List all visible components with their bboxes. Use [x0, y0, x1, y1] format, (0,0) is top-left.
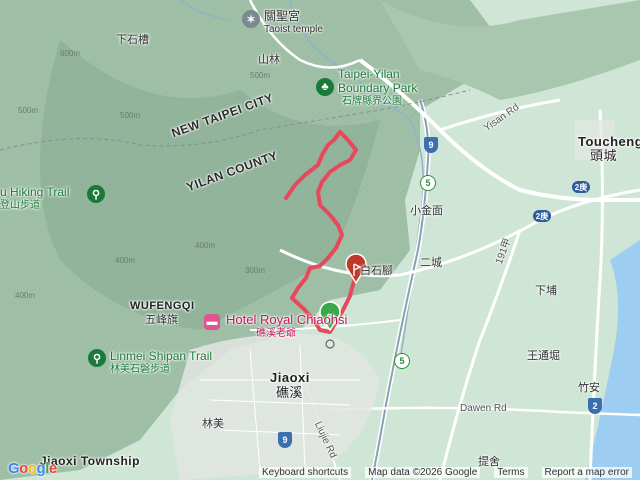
report-error-link[interactable]: Report a map error	[541, 467, 632, 478]
trail-label: Linmei Shipan Trail	[110, 349, 213, 363]
contour-label: 500m	[18, 106, 39, 115]
place-label: 山林	[258, 54, 280, 66]
contour-label: 400m	[115, 256, 136, 265]
route-shield: 2庚	[572, 181, 590, 193]
temple-icon[interactable]: ✶	[242, 10, 260, 28]
area-label-zh: 五峰旗	[145, 314, 178, 326]
hiking-icon[interactable]: ⚲	[88, 349, 106, 367]
contour-label: 300m	[245, 266, 266, 275]
hotel-label-zh: 礁溪老爺	[256, 328, 296, 339]
hotel-icon[interactable]: ▬	[204, 314, 220, 330]
trail-label-zh: 林美石磐步道	[110, 364, 170, 375]
town-label: Toucheng	[578, 134, 640, 149]
contour-label: 400m	[15, 291, 36, 300]
route-shield: 2庚	[533, 210, 551, 222]
highway-shield: 5	[394, 353, 410, 369]
hiking-icon[interactable]: ⚲	[87, 185, 105, 203]
trail-label: u Hiking Trail	[0, 185, 70, 199]
map-data-attribution: Map data ©2026 Google	[365, 467, 481, 478]
markers-layer	[319, 253, 367, 349]
contour-label: 600m	[60, 49, 81, 58]
keyboard-shortcuts-link[interactable]: Keyboard shortcuts	[258, 467, 352, 478]
place-label: 王通堀	[527, 350, 560, 362]
map-viewport[interactable]: ✶ ♣ ⚲ ▬ ⚲ 關聖宮 Taoist temple 下石槽 山林 Taipe…	[0, 0, 640, 480]
road-label: Dawen Rd	[460, 403, 507, 414]
temple-label: 關聖宮	[264, 9, 301, 23]
hotel-label: Hotel Royal Chiaohsi	[226, 312, 348, 327]
terms-link[interactable]: Terms	[494, 467, 528, 478]
contour-label: 500m	[250, 71, 271, 80]
area-label: WUFENGQI	[130, 300, 195, 312]
map-footer: Keyboard shortcuts Map data ©2026 Google…	[0, 465, 640, 480]
park-icon[interactable]: ♣	[316, 78, 334, 96]
place-label: 林美	[202, 418, 224, 430]
highway-shield: 5	[420, 175, 436, 191]
highway-shield: 9	[424, 137, 438, 153]
place-label: 竹安	[578, 382, 600, 394]
town-label-zh: 頭城	[590, 148, 618, 163]
temple-sublabel: Taoist temple	[264, 24, 323, 35]
route-shield: 2	[588, 398, 602, 414]
park-label-zh: 石牌縣界公園	[342, 96, 402, 107]
contour-label: 500m	[120, 111, 141, 120]
place-label: 下埔	[535, 285, 557, 297]
place-label: 小金面	[410, 205, 443, 217]
place-label: 二城	[420, 257, 442, 269]
park-label: Taipei-Yilan	[338, 67, 400, 81]
place-label: 下石槽	[116, 34, 149, 46]
contour-label: 400m	[195, 241, 216, 250]
trail-label-zh: 登山步道	[0, 200, 40, 211]
park-label: Boundary Park	[338, 81, 418, 95]
town-label-zh: 礁溪	[276, 385, 304, 400]
highway-shield: 9	[278, 432, 292, 448]
place-label: 白石腳	[360, 265, 393, 277]
town-label: Jiaoxi	[270, 370, 310, 385]
